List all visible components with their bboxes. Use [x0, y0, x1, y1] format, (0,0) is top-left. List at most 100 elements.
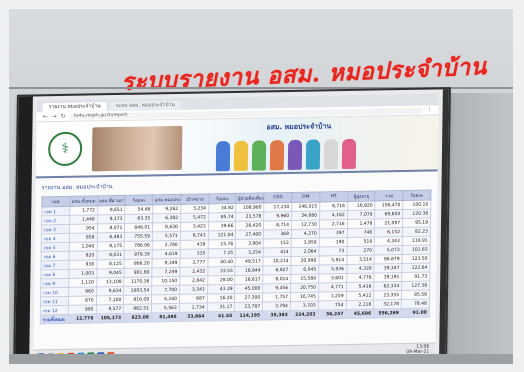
table-cell: 3,423 [180, 221, 209, 232]
column-header: DM [291, 191, 320, 203]
column-header: อสม.หมอประจำบ้าน [152, 194, 181, 205]
table-cell: 8,014 [262, 274, 291, 284]
table-cell: 556,269 [373, 308, 402, 319]
row-label[interactable]: เขต 2 [41, 215, 70, 225]
table-cell: 369 [263, 229, 292, 239]
table-cell: 954 [69, 223, 98, 234]
cartoon-figure [251, 140, 267, 171]
table-cell: 62,334 [373, 281, 402, 292]
table-cell: 39.66 [208, 221, 237, 231]
table-cell: 3,958 [291, 237, 320, 248]
column-header: HT [319, 191, 348, 202]
cartoon-figure [323, 139, 339, 170]
table-cell: 846.01 [124, 222, 153, 233]
page-banner: ⚕ อสม. หมอประจำบ้าน [35, 115, 439, 179]
table-cell: 81,495 [151, 312, 180, 322]
column-header: เขต [41, 196, 70, 207]
reload-icon[interactable]: ↻ [61, 112, 66, 119]
table-cell: 518 [346, 237, 375, 247]
table-cell: 1,120 [68, 277, 97, 288]
table-cell: 5,073 [374, 245, 403, 256]
report-table: เขต อสม.ทั้งหมด อสม.ที่ผ่านการอบรม ร้อยละ อส… [40, 190, 432, 325]
column-header: CKD [264, 192, 293, 203]
row-label[interactable]: เขต 7 [40, 260, 69, 270]
table-cell: 5,416 [346, 282, 375, 292]
menu-icon[interactable]: ⋮ [427, 106, 433, 113]
table-cell: 45,000 [235, 283, 263, 294]
table-cell: 4,270 [291, 228, 320, 239]
table-cell: 3,601 [318, 273, 347, 283]
table-cell: 7,249 [151, 267, 180, 277]
column-header: ผู้ป่วยติดเตียง [236, 192, 265, 204]
table-cell: 4,343 [374, 236, 403, 247]
table-cell: 23,355 [373, 290, 402, 301]
table-cell: 15,580 [290, 273, 319, 284]
table-cell: 5,571 [152, 231, 181, 241]
table-cell: 127.38 [401, 281, 430, 291]
table-cell: 10,150 [151, 276, 180, 286]
table-cell: 35,383 [262, 310, 291, 320]
table-cell: 190 [319, 237, 347, 247]
cartoon-figure [269, 140, 285, 171]
table-cell: 823.08 [123, 312, 152, 323]
table-cell: 9,045 [96, 268, 125, 278]
table-cell: 45,696 [345, 309, 374, 319]
table-cell: 27,400 [235, 229, 264, 240]
table-cell: 397 [319, 228, 348, 238]
banner-photo [91, 125, 183, 172]
table-cell: 13,108 [96, 277, 125, 287]
column-header: ร้อยละ [402, 190, 431, 201]
table-cell: 43.39 [207, 284, 236, 294]
cartoon-figure [215, 141, 231, 172]
table-cell: 901.80 [124, 267, 153, 278]
table-cell: 85.58 [401, 290, 430, 300]
row-label[interactable]: เขต 3 [41, 224, 70, 234]
table-cell: 33,864 [179, 311, 208, 322]
table-cell: 105,173 [95, 313, 124, 323]
table-cell: 2,842 [179, 275, 208, 286]
browser-window: รายงาน หมอประจำบ้าน ระบบ อสม. หมอประจำบ้… [33, 93, 439, 363]
table-cell: 1170.36 [124, 276, 152, 287]
column-header: อสม.ที่ผ่านการอบรม [97, 195, 126, 206]
table-cell: 2,432 [179, 266, 208, 277]
cartoon-figure [287, 139, 303, 171]
table-cell: 270 [346, 246, 375, 256]
table-cell: 1,259 [318, 291, 347, 302]
tab-report[interactable]: รายงาน หมอประจำบ้าน [42, 102, 107, 113]
table-cell: 41.55 [206, 311, 235, 321]
back-icon[interactable]: ← [43, 113, 48, 120]
table-cell: 995 [68, 304, 97, 315]
photo: ระบบรายงาน อสม. หมอประจำบ้าน รายงาน หมอป… [9, 9, 513, 364]
table-cell: 28.00 [207, 275, 236, 285]
table-cell: 156,470 [375, 200, 403, 210]
table-cell: 118.91 [402, 236, 431, 246]
row-label[interactable]: รวมทั้งหมด [40, 314, 69, 324]
column-header: อสม.ทั้งหมด [69, 195, 98, 207]
column-header: ร้อยละ [208, 193, 237, 204]
row-label[interactable]: เขต 8 [40, 269, 69, 279]
cartoon-figure [341, 138, 357, 170]
cartoon-figure [305, 139, 321, 170]
table-cell: 1,003 [68, 268, 97, 279]
table-cell: 12,778 [68, 313, 96, 324]
table-cell: 755.59 [124, 231, 153, 242]
table-cell: 91.00 [401, 308, 430, 318]
column-header: ผู้สูงอายุ [347, 190, 376, 202]
table-cell: 153 [263, 238, 292, 248]
table-cell: 6,743 [180, 230, 209, 241]
table-cell: 18,617 [235, 274, 264, 285]
table-cell: 938 [68, 259, 97, 270]
column-header: ร้อยละ [125, 194, 154, 206]
tab-system[interactable]: ระบบ อสม. หมอประจำบ้าน [109, 100, 181, 112]
table-cell: 8,125 [96, 259, 125, 269]
table-cell: 121.04 [208, 230, 236, 240]
table-cell: 224,203 [290, 310, 319, 320]
table-cell: 6,483 [96, 232, 125, 242]
table-cell: 20,750 [290, 282, 319, 293]
forward-icon[interactable]: → [52, 113, 57, 120]
table-cell: 5,412 [346, 291, 374, 301]
table-cell: 100.10 [402, 200, 431, 210]
table-cell: 3,904 [235, 238, 264, 249]
table-cell: 746 [346, 228, 375, 238]
row-label[interactable]: เขต 12 [40, 305, 69, 315]
